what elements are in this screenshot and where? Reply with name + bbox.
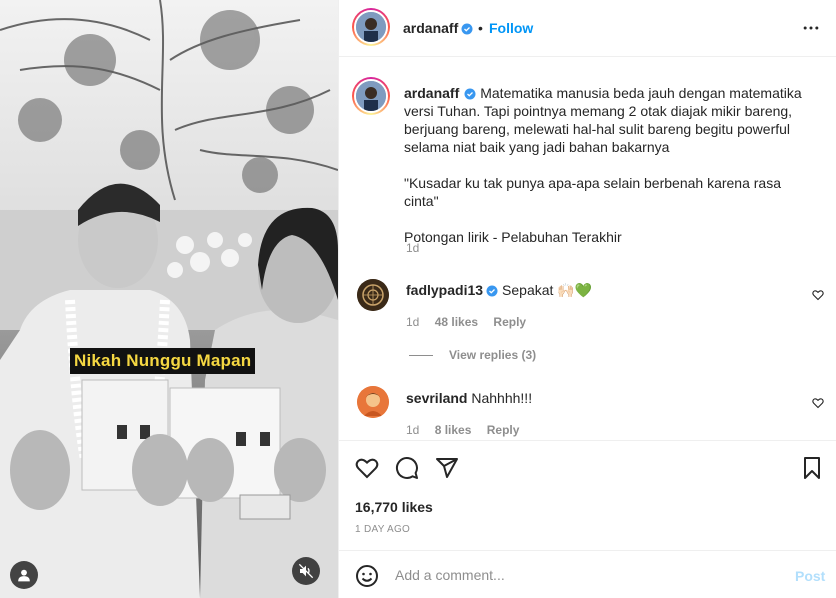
likes-count[interactable]: 16,770 likes [355,499,433,515]
share-icon[interactable] [435,456,459,480]
mute-toggle-button[interactable] [292,557,320,585]
comments-section[interactable]: ardanaff Matematika manusia beda jauh den… [339,57,836,440]
post-header: ardanaff • Follow [339,0,836,57]
more-options-icon[interactable] [801,18,821,38]
user-icon [18,569,30,582]
post-comment-button[interactable]: Post [795,568,825,584]
bookmark-icon[interactable] [800,456,824,480]
header-separator: • [478,20,483,36]
caption-line: versi Tuhan. Tapi pointnya memang 2 otak… [404,103,793,119]
post-timestamp[interactable]: 1 DAY AGO [355,524,410,535]
caption-username[interactable]: ardanaff [404,85,459,101]
caption-credit: Potongan lirik - Pelabuhan Terakhir [404,229,622,245]
video-caption-overlay: Nikah Nunggu Mapan [70,348,256,374]
author-username[interactable]: ardanaff [403,20,473,36]
commenter-avatar[interactable] [357,386,389,418]
instagram-post: Nikah Nunggu Mapan ardanaff • Follow ard… [0,0,836,598]
caption-line: selama niat baik yang jadi bahan bakarny… [404,139,670,155]
comment-meta: 1d 48 likes Reply [406,315,538,329]
comment-time[interactable]: 1d [406,423,419,437]
muted-speaker-icon [298,563,314,579]
verified-badge-icon [461,23,473,35]
wedding-photo [0,0,338,598]
comment-meta: 1d 8 likes Reply [406,423,531,437]
post-caption: ardanaff Matematika manusia beda jauh den… [404,84,814,246]
author-avatar[interactable] [352,8,390,46]
comment-time[interactable]: 1d [406,315,419,329]
comment-text: Sepakat 🙌🏻💚 [502,282,593,298]
comment-text: Nahhhh!!! [471,390,533,406]
comment: fadlypadi13 Sepakat 🙌🏻💚 [406,282,592,299]
comment-username[interactable]: fadlypadi13 [406,282,483,298]
view-replies-line [409,354,433,356]
verified-badge-icon [464,88,476,100]
like-comment-heart-icon[interactable] [812,289,824,301]
view-replies-label: View replies (3) [449,348,537,362]
caption-line: Matematika manusia beda jauh dengan mate… [480,85,802,101]
view-replies-button[interactable]: View replies (3) [409,348,536,362]
comment-likes[interactable]: 48 likes [435,315,478,329]
reply-button[interactable]: Reply [493,315,526,329]
caption-author-avatar[interactable] [352,77,390,115]
comment-input[interactable] [395,564,775,586]
emoji-icon[interactable] [355,564,379,588]
add-comment-bar: Post [339,550,836,598]
reply-button[interactable]: Reply [487,423,520,437]
comment-username[interactable]: sevriland [406,390,467,406]
verified-badge-icon [486,285,498,297]
caption-quote: "Kusadar ku tak punya apa-apa selain ber… [404,175,782,209]
caption-time[interactable]: 1d [406,241,419,255]
caption-meta: 1d [406,241,431,255]
caption-line: berjuang bareng, melewati hal-hal sulit … [404,121,791,137]
follow-button[interactable]: Follow [489,20,533,36]
tagged-users-button[interactable] [10,561,38,589]
post-side-panel: ardanaff • Follow ardanaff Matematika man… [338,0,836,598]
post-media[interactable]: Nikah Nunggu Mapan [0,0,338,598]
commenter-avatar[interactable] [357,279,389,311]
comment: sevriland Nahhhh!!! [406,390,532,406]
comment-icon[interactable] [395,456,419,480]
comment-likes[interactable]: 8 likes [435,423,472,437]
like-comment-heart-icon[interactable] [812,397,824,409]
post-actions: 16,770 likes 1 DAY AGO [339,440,836,550]
heart-icon[interactable] [355,456,379,480]
